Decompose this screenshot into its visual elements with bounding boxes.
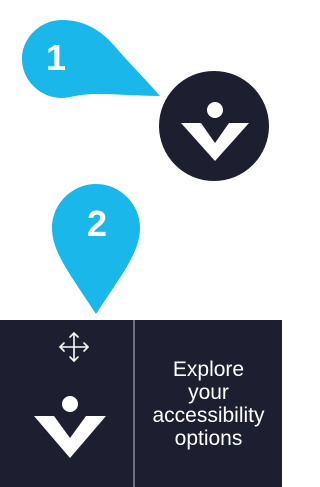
page: 1 2 Explore your accessibility options	[0, 0, 282, 487]
move-arrows-icon[interactable]	[57, 330, 91, 364]
callout-2-number: 2	[87, 203, 108, 244]
accessibility-logo-icon	[181, 102, 249, 161]
callout-2: 2	[52, 184, 140, 314]
explore-accessibility-label: Explore your accessibility options	[152, 357, 265, 450]
callout-1-number: 1	[46, 37, 67, 78]
callout-1-shape	[22, 20, 160, 98]
callout-1: 1	[22, 20, 160, 100]
toolbar-drag-zone[interactable]	[0, 320, 133, 487]
accessibility-toolbar: Explore your accessibility options	[0, 320, 282, 487]
explore-accessibility-button[interactable]: Explore your accessibility options	[135, 320, 282, 487]
accessibility-launcher-button[interactable]	[159, 71, 269, 181]
accessibility-logo-icon	[34, 396, 106, 458]
